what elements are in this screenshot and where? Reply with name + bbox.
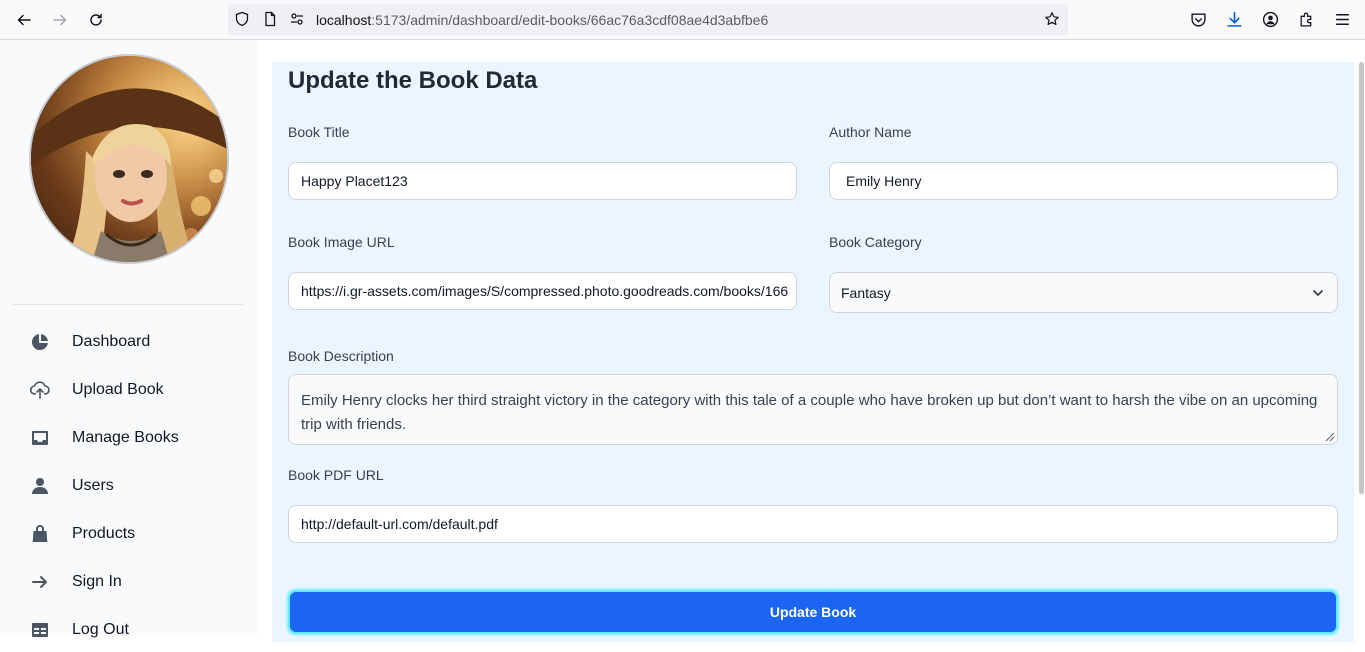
url-host: localhost — [316, 12, 372, 28]
edit-book-form: Update the Book Data Book Title Happy Pl… — [272, 62, 1354, 642]
sidebar-item-upload-book[interactable]: Upload Book — [12, 368, 244, 412]
sidebar-item-users[interactable]: Users — [12, 464, 244, 508]
shield-icon[interactable] — [234, 11, 250, 27]
book-title-label: Book Title — [288, 124, 350, 140]
arrow-right-icon — [12, 572, 68, 592]
menu-hamburger-icon[interactable] — [1333, 10, 1351, 28]
sidebar: Dashboard Upload Book Manage Books Users… — [0, 40, 257, 638]
url-bar[interactable]: localhost:5173/admin/dashboard/edit-book… — [228, 4, 1068, 35]
book-category-label: Book Category — [829, 234, 922, 250]
page-scrollbar[interactable] — [1359, 62, 1364, 494]
book-category-select[interactable]: Fantasy — [829, 272, 1338, 313]
book-pdf-url-input[interactable]: http://default-url.com/default.pdf — [288, 505, 1338, 543]
author-name-label: Author Name — [829, 124, 912, 140]
page-title: Update the Book Data — [288, 67, 538, 94]
sidebar-item-label: Dashboard — [72, 333, 151, 350]
bookmark-star-icon[interactable] — [1044, 11, 1060, 27]
back-arrow-icon[interactable] — [12, 8, 36, 32]
sidebar-item-label: Users — [72, 477, 114, 494]
account-icon[interactable] — [1261, 10, 1279, 28]
table-icon — [12, 620, 68, 640]
sidebar-item-sign-in[interactable]: Sign In — [12, 560, 244, 604]
sidebar-item-label: Sign In — [72, 573, 122, 590]
update-book-button[interactable]: Update Book — [288, 590, 1338, 634]
user-icon — [12, 476, 68, 496]
reload-icon[interactable] — [84, 8, 108, 32]
avatar — [29, 54, 229, 264]
sidebar-item-label: Upload Book — [72, 381, 164, 398]
cloud-upload-icon — [12, 380, 68, 400]
chevron-down-icon — [1313, 290, 1323, 296]
resize-handle-icon[interactable] — [1323, 430, 1335, 442]
url-text[interactable]: localhost:5173/admin/dashboard/edit-book… — [316, 12, 768, 28]
shopping-bag-icon — [12, 524, 68, 544]
book-description-textarea[interactable]: Emily Henry clocks her third straight vi… — [288, 374, 1338, 445]
sidebar-item-label: Products — [72, 525, 136, 542]
book-description-label: Book Description — [288, 348, 394, 364]
sidebar-item-label: Manage Books — [72, 429, 179, 446]
sidebar-item-dashboard[interactable]: Dashboard — [12, 320, 244, 364]
book-category-value: Fantasy — [841, 284, 891, 301]
book-image-url-label: Book Image URL — [288, 234, 395, 250]
sidebar-divider — [12, 304, 244, 305]
pocket-icon[interactable] — [1189, 10, 1207, 28]
page-icon[interactable] — [262, 11, 278, 27]
sidebar-item-products[interactable]: Products — [12, 512, 244, 556]
sidebar-item-manage-books[interactable]: Manage Books — [12, 416, 244, 460]
browser-toolbar: localhost:5173/admin/dashboard/edit-book… — [0, 0, 1365, 40]
url-path: :5173/admin/dashboard/edit-books/66ac76a… — [371, 12, 769, 28]
book-pdf-url-label: Book PDF URL — [288, 467, 384, 483]
permissions-icon[interactable] — [289, 11, 305, 27]
author-name-input[interactable]: Emily Henry — [829, 162, 1338, 200]
inbox-icon — [12, 428, 68, 448]
extensions-icon[interactable] — [1297, 10, 1315, 28]
chart-pie-icon — [12, 332, 68, 352]
book-title-input[interactable]: Happy Placet123 — [288, 162, 797, 200]
book-description-text: Emily Henry clocks her third straight vi… — [301, 392, 1318, 433]
book-image-url-input[interactable]: https://i.gr-assets.com/images/S/compres… — [288, 272, 797, 310]
forward-arrow-icon[interactable] — [48, 8, 72, 32]
sidebar-item-log-out[interactable]: Log Out — [12, 608, 244, 652]
download-icon[interactable] — [1225, 10, 1243, 28]
sidebar-item-label: Log Out — [72, 621, 129, 638]
